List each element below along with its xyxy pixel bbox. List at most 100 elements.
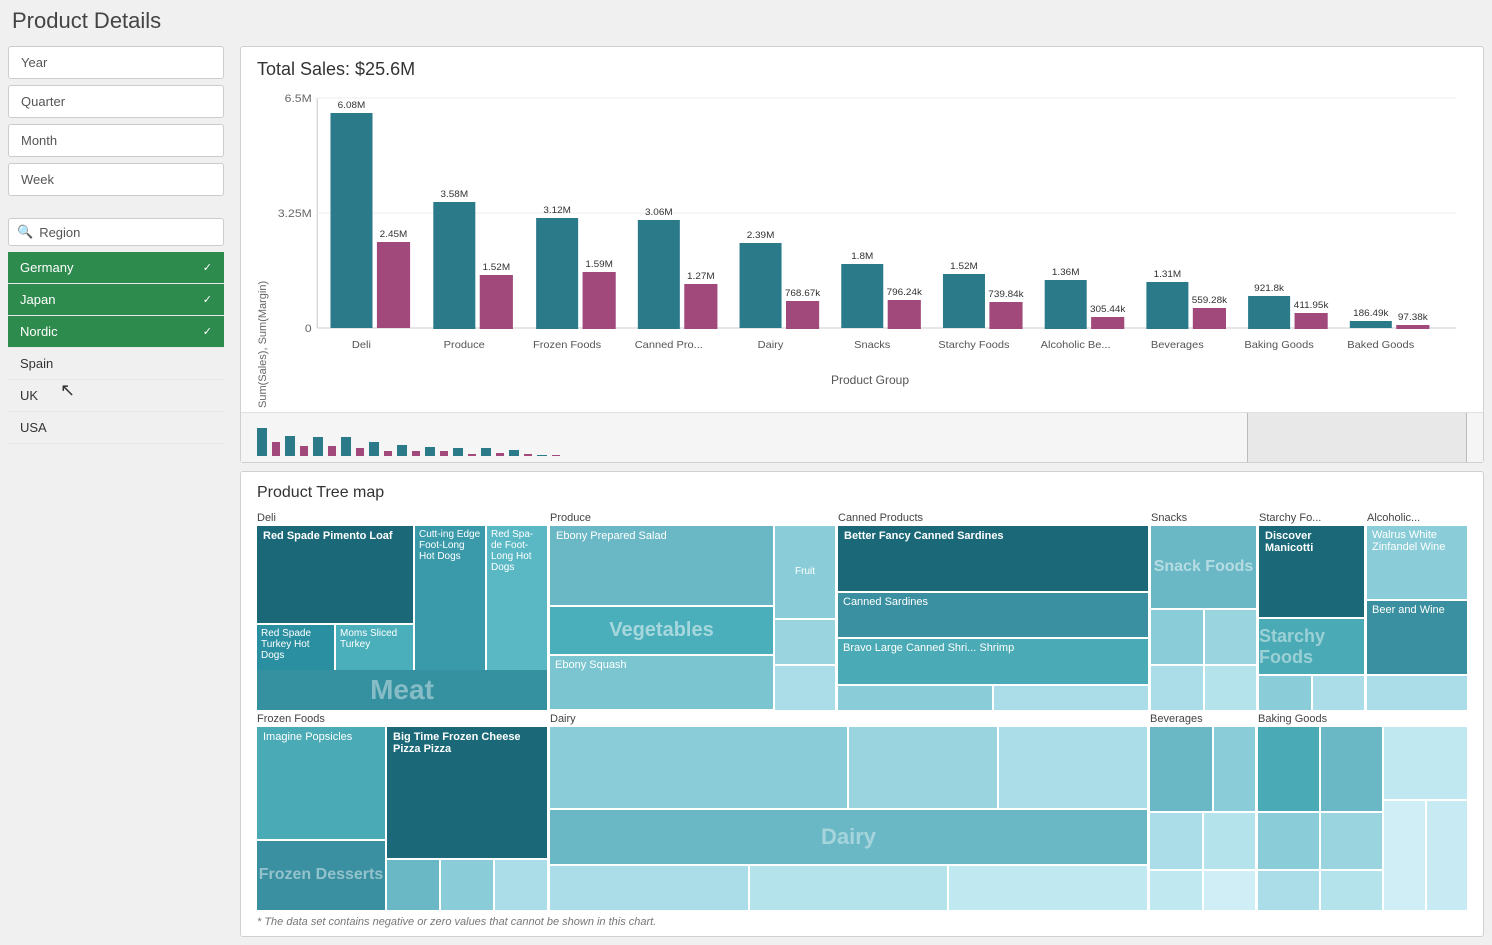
svg-text:97.38k: 97.38k [1398,312,1428,322]
y-axis-label: Sum(Sales), Sum(Margin) [257,88,269,408]
svg-text:1.52M: 1.52M [950,261,978,271]
canned-better-fancy: Better Fancy Canned Sardines [838,526,1148,591]
baking-small7 [1384,727,1467,800]
frozen-imagine: Imagine Popsicles [257,727,385,839]
svg-text:1.59M: 1.59M [585,259,613,269]
svg-text:3.06M: 3.06M [645,207,673,217]
svg-text:559.28k: 559.28k [1192,295,1228,305]
frozen-desserts: Frozen Desserts [257,841,385,910]
region-item-usa[interactable]: USA [8,412,224,444]
snacks-snack-foods: Snack Foods [1151,526,1256,608]
frozen-label: Frozen Foods [257,713,547,725]
svg-text:2.39M: 2.39M [747,230,775,240]
region-list: Germany ✓ Japan ✓ Nordic ✓ Spain UK [8,252,224,444]
deli-cutting-edge: Cutt-ing Edge Foot-Long Hot Dogs [415,526,485,670]
bev-small2 [1214,727,1255,811]
chart-title: Total Sales: $25.6M [257,59,1467,80]
svg-text:1.36M: 1.36M [1052,267,1080,277]
month-filter[interactable]: Month [8,124,224,157]
bev-small3 [1150,813,1202,869]
region-item-uk[interactable]: UK [8,380,224,412]
canned-sardines: Canned Sardines [838,593,1148,637]
bev-small1 [1150,727,1212,811]
svg-text:Baked Goods: Baked Goods [1347,339,1414,350]
canned-bravo: Bravo Large Canned Shri... Shrimp [838,639,1148,683]
dairy-small2 [849,727,997,809]
bev-small6 [1204,871,1256,910]
page-title: Product Details [0,0,1492,42]
deli-item-pimento: Red Spade Pimento Loaf [257,526,413,623]
starchy-small1 [1259,676,1311,709]
svg-text:1.52M: 1.52M [483,262,511,272]
snacks-small2 [1205,610,1257,664]
deli-item-moms: Moms Sliced Turkey [336,625,413,670]
region-search-box[interactable]: 🔍 Region [8,218,224,246]
svg-text:739.84k: 739.84k [988,289,1024,299]
check-icon: ✓ [203,325,212,338]
region-item-germany[interactable]: Germany ✓ [8,252,224,284]
baking-small9 [1427,801,1467,910]
starchy-label: Starchy Fo... [1259,512,1364,524]
alcoholic-beer: Beer and Wine [1367,601,1467,674]
snacks-small1 [1151,610,1203,664]
svg-text:Starchy Foods: Starchy Foods [938,339,1009,350]
svg-text:6.5M: 6.5M [285,93,312,104]
baking-small2 [1321,727,1382,811]
starchy-starchy-foods: Starchy Foods [1259,619,1364,674]
svg-text:Dairy: Dairy [758,339,785,350]
svg-text:0: 0 [305,323,312,334]
svg-text:796.24k: 796.24k [887,287,923,297]
svg-text:Produce: Produce [444,339,485,350]
svg-text:921.8k: 921.8k [1254,283,1284,293]
svg-text:2.45M: 2.45M [380,229,408,239]
region-item-japan[interactable]: Japan ✓ [8,284,224,316]
svg-text:Canned Pro...: Canned Pro... [635,339,703,350]
bev-small4 [1204,813,1256,869]
baking-small8 [1384,801,1424,910]
produce-vegetables: Vegetables [550,607,773,654]
dairy-small4 [550,866,748,910]
bar-chart-panel: Total Sales: $25.6M Sum(Sales), Sum(Marg… [240,46,1484,463]
bev-small5 [1150,871,1202,910]
svg-text:768.67k: 768.67k [785,288,821,298]
x-axis-label: Product Group [273,373,1467,387]
deli-red-spade-foot: Red Spa-de Foot-Long Hot Dogs [487,526,547,670]
chart-scroll-bar[interactable] [241,412,1483,462]
baking-small4 [1321,813,1382,869]
canned-small2 [994,686,1148,710]
sidebar: Year Quarter Month Week 🔍 Region Germany… [0,42,232,945]
svg-text:305.44k: 305.44k [1090,304,1126,314]
beverages-label: Beverages [1150,713,1255,725]
region-item-spain[interactable]: Spain [8,348,224,380]
svg-text:Beverages: Beverages [1151,339,1204,350]
bar-chart-area: 0 3.25M 6.5M 6.08M 2.45M Deli 3.58M [273,88,1467,408]
frozen-small3 [495,860,547,910]
svg-text:6.08M: 6.08M [338,100,366,110]
region-item-nordic[interactable]: Nordic ✓ [8,316,224,348]
svg-text:3.12M: 3.12M [543,205,571,215]
snacks-label: Snacks [1151,512,1256,524]
dairy-small6 [949,866,1147,910]
alcoholic-walrus: Walrus White Zinfandel Wine [1367,526,1467,599]
treemap-panel: Product Tree map Deli Red Spade Pimento … [240,471,1484,937]
svg-text:1.27M: 1.27M [687,271,715,281]
week-filter[interactable]: Week [8,163,224,196]
alcoholic-label: Alcoholic... [1367,512,1467,524]
treemap-title: Product Tree map [257,484,1467,502]
dairy-small1 [550,727,847,809]
svg-text:1.8M: 1.8M [851,251,873,261]
baking-small3 [1258,813,1319,869]
region-label: Region [39,225,80,240]
deli-meat-label: Meat [257,670,547,710]
frozen-small2 [441,860,493,910]
snacks-small4 [1205,666,1257,710]
dairy-small3 [999,727,1147,809]
baking-label: Baking Goods [1258,713,1467,725]
produce-small1 [775,620,835,664]
year-filter[interactable]: Year [8,46,224,79]
starchy-discover: Discover Manicotti [1259,526,1364,617]
quarter-filter[interactable]: Quarter [8,85,224,118]
svg-text:Baking Goods: Baking Goods [1244,339,1313,350]
dairy-main: Dairy [550,810,1147,864]
canned-label: Canned Products [838,512,1148,524]
